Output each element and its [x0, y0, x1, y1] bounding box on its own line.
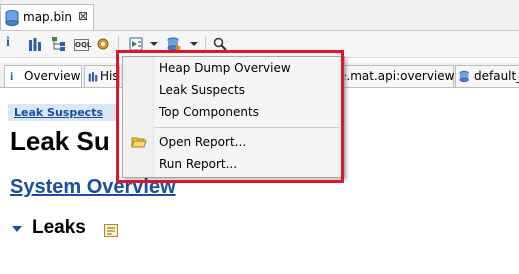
tab-label: default_ — [474, 69, 519, 83]
chevron-down-icon[interactable] — [12, 226, 22, 232]
toolbar: i OQL — [0, 31, 519, 58]
histogram-icon — [88, 72, 98, 82]
tab-default[interactable]: default_ — [455, 65, 519, 87]
leaks-heading: Leaks — [32, 217, 86, 238]
database-icon — [5, 10, 19, 26]
tab-label: Overview — [24, 69, 81, 83]
run-report-icon[interactable] — [129, 37, 143, 51]
menu-item-leak-suspects[interactable]: Leak Suspects — [159, 83, 245, 97]
chevron-down-icon[interactable] — [150, 42, 158, 46]
close-icon[interactable]: ⊠ — [78, 9, 88, 23]
oql-icon[interactable]: OQL — [74, 39, 91, 51]
toolbar-separator — [118, 36, 119, 52]
database-query-icon[interactable] — [167, 37, 181, 51]
system-overview-link[interactable]: System Overview — [10, 176, 176, 199]
editor-tab-map-bin[interactable]: map.bin ⊠ — [0, 4, 94, 30]
editor-tab-bar: map.bin ⊠ — [0, 0, 519, 31]
tab-overview[interactable]: i Overview — [4, 65, 82, 87]
open-folder-icon — [131, 137, 147, 148]
toolbar-separator — [205, 36, 206, 52]
gear-icon[interactable] — [96, 37, 110, 51]
details-icon[interactable] — [104, 224, 118, 237]
tab-label: His — [100, 69, 119, 83]
dominator-tree-icon[interactable] — [52, 37, 66, 51]
chevron-down-icon[interactable] — [190, 42, 198, 46]
menu-separator — [155, 127, 340, 128]
menu-item-heap-dump-overview[interactable]: Heap Dump Overview — [159, 61, 291, 75]
editor-tab-label: map.bin — [23, 10, 73, 24]
page-title: Leak Su — [10, 126, 110, 156]
report-dropdown-menu: Heap Dump Overview Leak Suspects Top Com… — [122, 56, 345, 178]
menu-item-run-report[interactable]: Run Report... — [159, 157, 237, 171]
menu-item-top-components[interactable]: Top Components — [159, 105, 259, 119]
breadcrumb: Leak Suspects — [8, 104, 118, 121]
info-icon: i — [10, 69, 14, 83]
database-icon — [459, 70, 469, 83]
menu-item-open-report[interactable]: Open Report... — [159, 135, 246, 149]
search-icon[interactable] — [213, 37, 227, 51]
tab-api-overview[interactable]: e.mat.api:overview — [336, 65, 455, 87]
info-icon[interactable]: i — [6, 35, 20, 50]
breadcrumb-link[interactable]: Leak Suspects — [14, 106, 103, 119]
histogram-icon[interactable] — [28, 37, 42, 51]
tab-label: e.mat.api:overview — [339, 69, 455, 83]
tab-histogram[interactable]: His — [84, 65, 120, 87]
menu-icon-gutter — [123, 57, 154, 177]
